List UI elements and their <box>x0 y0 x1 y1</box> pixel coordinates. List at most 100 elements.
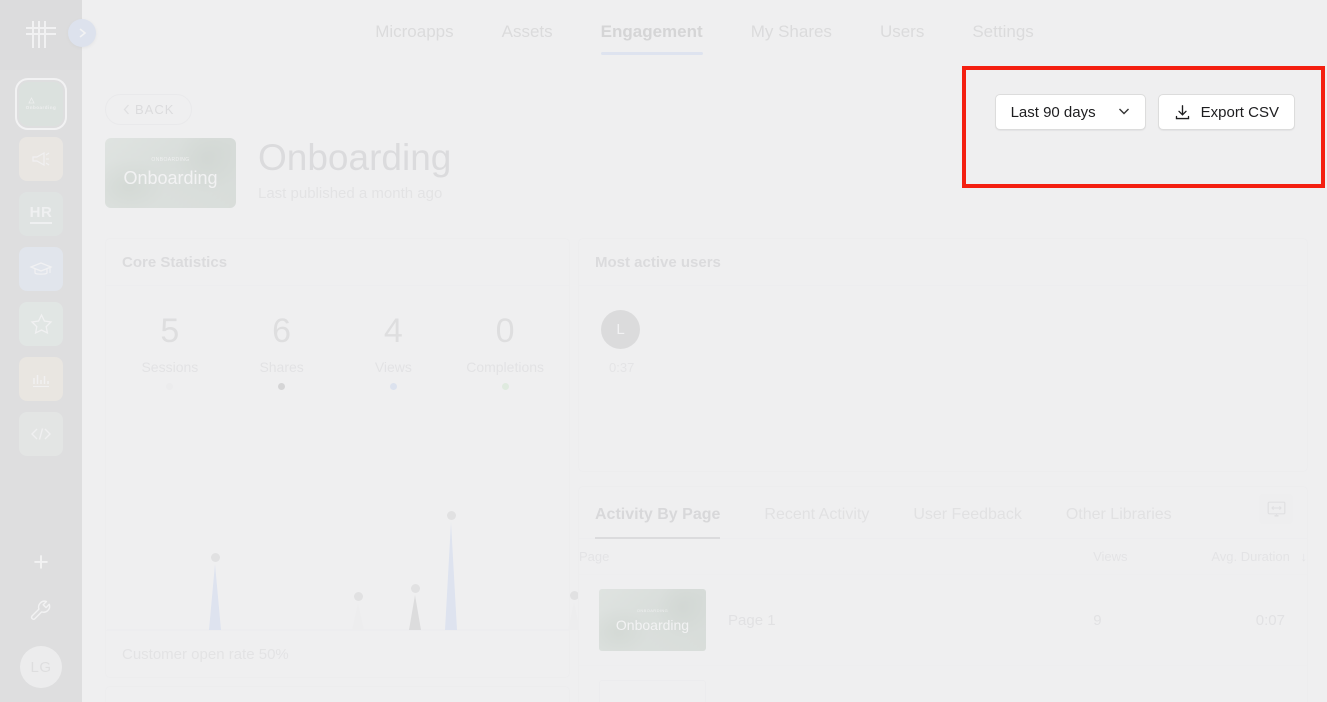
activity-tab-activity-by-page[interactable]: Activity By Page <box>595 506 742 539</box>
screen-size-toggle-button[interactable] <box>1259 494 1293 524</box>
cell-page: ONBOARDING Onboarding Page 1 <box>579 574 969 666</box>
most-active-users-card: Most active users L 0:37 <box>578 238 1308 472</box>
column-header-avg-duration[interactable]: Avg. Duration ↓ <box>1127 539 1308 575</box>
page-subtitle: Last published a month ago <box>258 184 443 202</box>
hr-text-icon: HR <box>29 204 53 224</box>
row-page-name: Page 1 <box>728 611 776 629</box>
export-csv-button[interactable]: Export CSV <box>1157 94 1295 130</box>
activity-tabs: Activity By Page Recent Activity User Fe… <box>579 487 1307 539</box>
sparkline-point-marker <box>446 511 456 520</box>
activity-table-header: Page Views Avg. Duration ↓ <box>579 539 1307 575</box>
sparkline-point-marker <box>210 553 220 562</box>
bar-chart-icon <box>32 375 49 388</box>
nav-tab-my-shares[interactable]: My Shares <box>727 0 856 52</box>
sidebar-item-library-analytics[interactable] <box>19 357 63 401</box>
page-title: Onboarding <box>258 137 452 178</box>
activity-card: Activity By Page Recent Activity User Fe… <box>578 486 1308 702</box>
sidebar-item-library-training[interactable] <box>19 247 63 291</box>
sidebar-toggle-button[interactable] <box>68 19 96 47</box>
top-navigation: Microapps Assets Engagement My Shares Us… <box>82 0 1327 66</box>
row-thumbnail: ONBOARDING Onboarding <box>599 589 706 651</box>
most-active-users-title: Most active users <box>579 239 1307 286</box>
active-user-duration: 0:37 <box>609 360 635 375</box>
sidebar-item-library-developer[interactable] <box>19 412 63 456</box>
activity-tab-recent-activity[interactable]: Recent Activity <box>742 506 891 538</box>
activity-table-body: ONBOARDING Onboarding Page 1 9 0:07 <box>579 574 1307 702</box>
activity-sparkline-chart <box>107 500 595 630</box>
stat-dot-icon <box>278 383 286 390</box>
chevron-down-icon <box>1118 106 1130 118</box>
stat-value: 5 <box>160 312 180 350</box>
core-statistics-footer: Customer open rate 50% <box>106 630 569 677</box>
active-user-avatar: L <box>601 310 640 349</box>
stat-sessions: 5 Sessions <box>114 314 226 390</box>
page-content: BACK ONBOARDING Onboarding Onboarding La… <box>82 66 1327 702</box>
graduation-cap-icon <box>29 262 53 275</box>
nav-tab-microapps[interactable]: Microapps <box>351 0 477 52</box>
column-header-views[interactable]: Views <box>968 539 1128 575</box>
date-range-value: Last 90 days <box>1010 103 1096 121</box>
sparkline-spike <box>409 584 421 630</box>
row-thumbnail-empty <box>599 680 706 702</box>
table-row[interactable]: Page 2 0 0:00 <box>579 665 1307 702</box>
row-duration: 0:07 <box>1127 574 1307 666</box>
table-row[interactable]: ONBOARDING Onboarding Page 1 9 0:07 <box>579 574 1307 666</box>
sparkline-point-marker <box>410 584 420 593</box>
stat-completions: 0 Completions <box>449 314 561 390</box>
sidebar-logo-area <box>0 0 96 70</box>
sparkline-spike-shape <box>409 595 421 630</box>
nav-tab-users[interactable]: Users <box>856 0 948 52</box>
download-icon <box>1175 104 1189 119</box>
filter-toolbar: Last 90 days Export CSV <box>994 94 1295 130</box>
left-sidebar: Onboarding HR + LG <box>0 0 96 702</box>
user-avatar[interactable]: LG <box>20 646 62 688</box>
sparkline-spike-shape <box>352 603 364 630</box>
sidebar-item-library-marketing[interactable] <box>19 137 63 181</box>
stat-label: Shares <box>259 359 304 375</box>
title-block: Onboarding Last published a month ago <box>258 137 452 202</box>
sidebar-item-library-favorites[interactable] <box>19 302 63 346</box>
chevron-left-icon <box>123 104 129 115</box>
activity-tab-other-libraries[interactable]: Other Libraries <box>1044 506 1194 538</box>
stat-dot-icon <box>166 383 174 390</box>
activity-tab-user-feedback[interactable]: User Feedback <box>891 506 1044 538</box>
sparkline-point-marker <box>353 592 363 601</box>
core-statistics-title: Core Statistics <box>106 239 569 286</box>
sidebar-library-list: Onboarding HR <box>15 70 67 456</box>
nav-tab-settings[interactable]: Settings <box>948 0 1057 52</box>
activity-table: Page Views Avg. Duration ↓ ONBOARDING On… <box>579 539 1307 702</box>
back-button-label: BACK <box>135 102 175 117</box>
thumbnail-title: Onboarding <box>123 168 218 188</box>
stat-label: Completions <box>466 359 545 375</box>
nav-tab-engagement[interactable]: Engagement <box>577 0 727 55</box>
sidebar-item-label: Onboarding <box>25 105 57 111</box>
nav-tab-assets[interactable]: Assets <box>478 0 577 52</box>
sidebar-item-library-hr[interactable]: HR <box>19 192 63 236</box>
active-user-item[interactable]: L 0:37 <box>579 286 1307 375</box>
library-header: ONBOARDING Onboarding Onboarding Last pu… <box>105 137 452 208</box>
sparkline-spike <box>445 511 457 630</box>
star-icon <box>30 313 52 335</box>
back-button[interactable]: BACK <box>105 94 193 125</box>
stat-label: Views <box>374 359 412 375</box>
engagement-page: Onboarding HR + LG Microapps Assets Enga… <box>0 0 1327 702</box>
column-header-page[interactable]: Page <box>579 539 969 575</box>
nav-tabs: Microapps Assets Engagement My Shares Us… <box>351 0 1058 55</box>
date-range-dropdown[interactable]: Last 90 days <box>994 94 1146 130</box>
wrench-icon[interactable] <box>28 598 54 624</box>
code-brackets-icon <box>31 428 51 440</box>
export-csv-label: Export CSV <box>1200 103 1279 121</box>
stat-dot-icon <box>389 383 397 390</box>
sidebar-bottom-actions: + LG <box>20 549 62 702</box>
monitor-resize-icon <box>1267 501 1285 517</box>
sidebar-item-library-onboarding[interactable]: Onboarding <box>15 78 67 130</box>
add-button[interactable]: + <box>33 549 49 576</box>
stat-label: Sessions <box>141 359 199 375</box>
arrow-down-icon: ↓ <box>1300 549 1308 564</box>
sparkline-spike-shape <box>209 564 221 630</box>
cell-page: Page 2 <box>579 665 969 702</box>
core-statistics-values: 5 Sessions 6 Shares 4 Views 0 Completion… <box>106 286 569 390</box>
row-views: 0 <box>968 665 1128 702</box>
library-thumbnail[interactable]: ONBOARDING Onboarding <box>105 138 236 208</box>
library-thumb-icon <box>28 97 35 104</box>
